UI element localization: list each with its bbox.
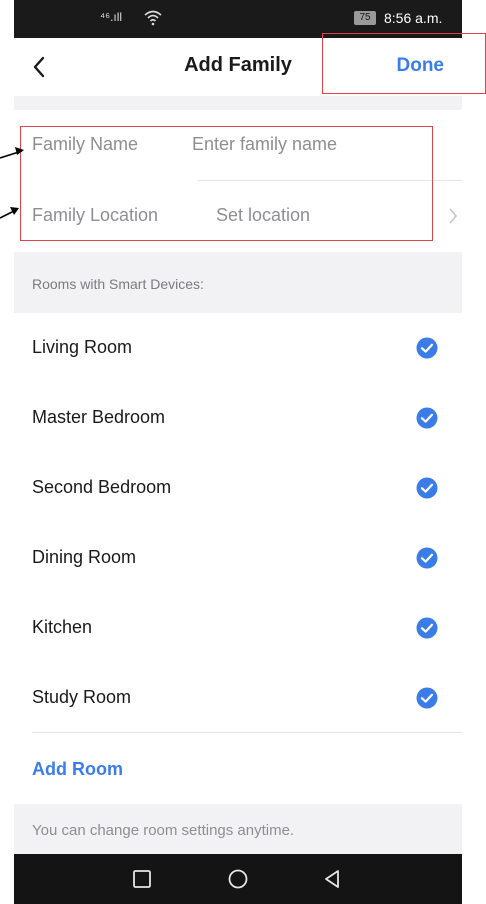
divider <box>32 732 462 733</box>
system-nav-bar <box>14 854 462 904</box>
section-gap <box>14 96 462 110</box>
room-name: Second Bedroom <box>32 477 172 497</box>
room-name: Dining Room <box>32 547 137 567</box>
rooms-section-label: Rooms with Smart Devices: <box>32 276 204 292</box>
check-circle-icon[interactable] <box>416 617 438 639</box>
check-circle-icon[interactable] <box>416 337 438 359</box>
arrow-icon <box>0 147 24 219</box>
footer-note: You can change room settings anytime. <box>32 822 295 839</box>
room-row[interactable]: Second Bedroom <box>14 453 462 523</box>
room-name: Master Bedroom <box>32 407 166 427</box>
room-row[interactable]: Master Bedroom <box>14 383 462 453</box>
room-row[interactable]: Living Room <box>14 313 462 383</box>
check-circle-icon[interactable] <box>416 547 438 569</box>
square-icon[interactable] <box>130 867 154 891</box>
circle-icon[interactable] <box>226 867 250 891</box>
check-circle-icon[interactable] <box>416 407 438 429</box>
wifi-icon <box>144 10 162 26</box>
room-row[interactable]: Study Room <box>14 663 462 733</box>
room-name: Study Room <box>32 687 132 707</box>
room-name: Kitchen <box>32 617 93 637</box>
battery-indicator: 75 <box>354 11 376 25</box>
check-circle-icon[interactable] <box>416 477 438 499</box>
check-circle-icon[interactable] <box>416 687 438 709</box>
screen: ⁴⁶.ıll 75 8:56 a.m. Add Family Done Fami… <box>0 0 486 904</box>
clock: 8:56 a.m. <box>384 10 443 26</box>
form-highlight-box <box>20 126 433 241</box>
room-row[interactable]: Dining Room <box>14 523 462 593</box>
room-row[interactable]: Kitchen <box>14 593 462 663</box>
done-highlight-box <box>322 33 486 94</box>
chevron-right-icon <box>449 208 458 224</box>
room-name: Living Room <box>32 337 133 357</box>
triangle-back-icon[interactable] <box>320 867 344 891</box>
room-list: Living Room Master Bedroom Second Bedroom D… <box>14 313 462 733</box>
signal-indicator: ⁴⁶.ıll <box>100 10 123 24</box>
add-room-button[interactable]: Add Room <box>32 759 123 780</box>
